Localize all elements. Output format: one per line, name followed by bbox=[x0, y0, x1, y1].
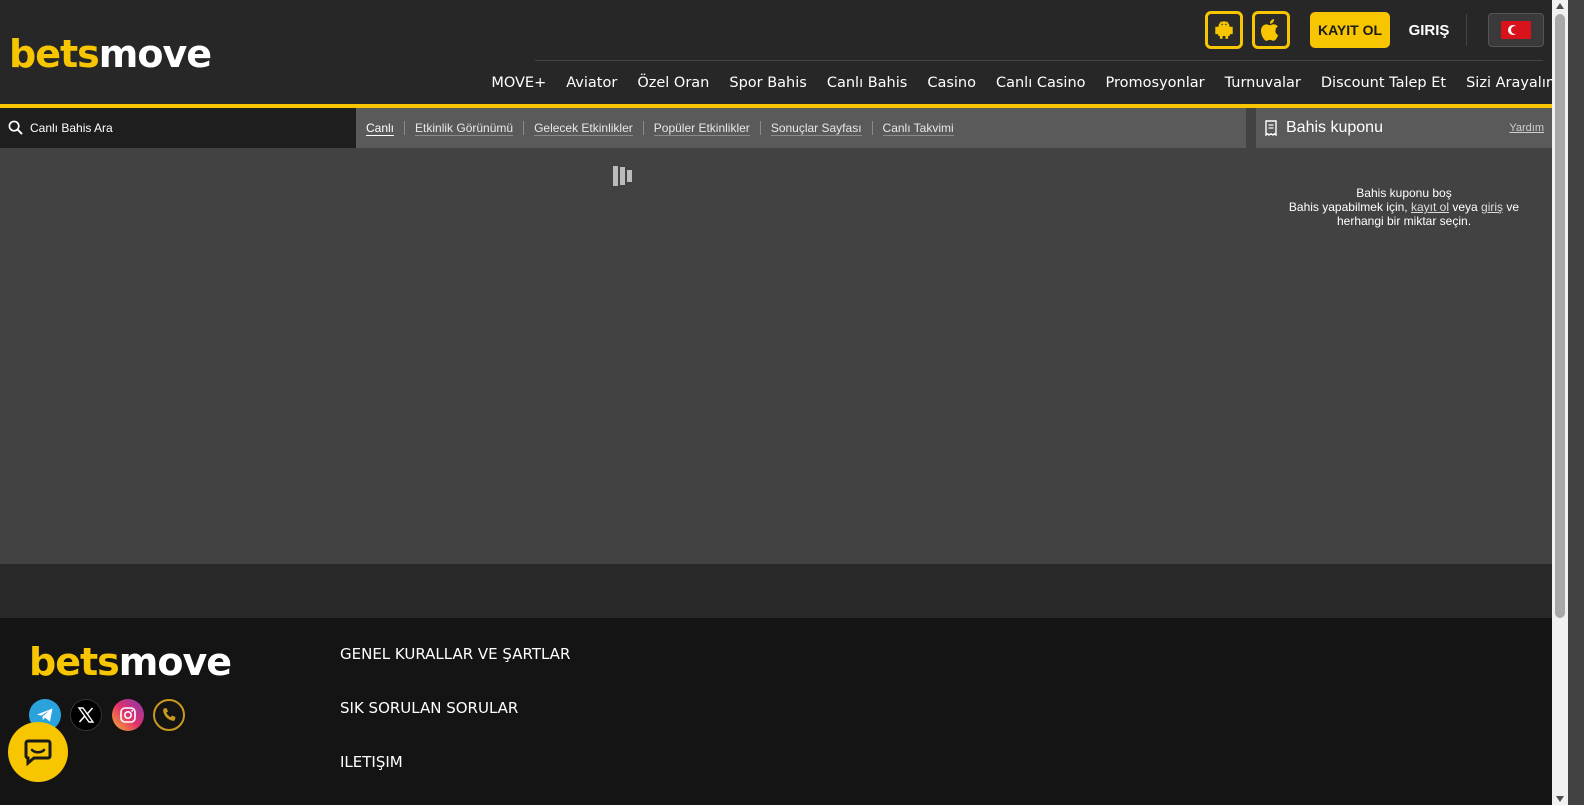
scroll-down-arrow-icon[interactable] bbox=[1556, 796, 1564, 802]
betslip-login-link[interactable]: giriş bbox=[1481, 200, 1503, 214]
betslip-empty-text-2: herhangi bir miktar seçin. bbox=[1336, 214, 1472, 228]
subnav-item-canli-takvimi[interactable]: Canlı Takvimi bbox=[873, 121, 964, 136]
subnav-label: Canlı Takvimi bbox=[882, 121, 954, 136]
search-icon bbox=[8, 120, 23, 135]
subnav-label: Gelecek Etkinlikler bbox=[534, 121, 633, 136]
instagram-link[interactable] bbox=[112, 699, 144, 731]
instagram-icon bbox=[120, 707, 136, 723]
logo-part-bets: bets bbox=[9, 32, 100, 76]
loader-bar bbox=[620, 167, 625, 185]
logo[interactable]: betsmove bbox=[9, 32, 212, 76]
search-bar bbox=[0, 108, 356, 148]
betslip-text: ve bbox=[1506, 200, 1520, 214]
telegram-icon bbox=[37, 708, 53, 722]
subnav-item-canli[interactable]: Canlı bbox=[366, 121, 404, 136]
nav-item-turnuvalar[interactable]: Turnuvalar bbox=[1225, 70, 1301, 96]
nav-item-move-plus[interactable]: MOVE+ bbox=[491, 70, 546, 96]
ticket-icon bbox=[1265, 120, 1277, 136]
footer-link-contact[interactable]: ILETIŞIM bbox=[340, 753, 403, 771]
logo-part-move: move bbox=[98, 32, 212, 76]
nav-item-ozel-oran[interactable]: Özel Oran bbox=[637, 70, 709, 96]
language-selector[interactable] bbox=[1488, 13, 1544, 47]
nav-item-canli-casino[interactable]: Canlı Casino bbox=[996, 70, 1086, 96]
x-icon bbox=[77, 707, 95, 723]
scroll-up-arrow-icon[interactable] bbox=[1556, 3, 1564, 9]
subnav-item-gelecek-etkinlikler[interactable]: Gelecek Etkinlikler bbox=[524, 121, 643, 136]
subnav-label: Canlı bbox=[366, 121, 395, 136]
header-divider bbox=[1466, 14, 1467, 46]
page-scrollbar[interactable] bbox=[1552, 0, 1568, 805]
footer-logo[interactable]: betsmove bbox=[29, 640, 232, 684]
register-button[interactable]: KAYIT OL bbox=[1310, 12, 1390, 48]
scrollbar-thumb[interactable] bbox=[1555, 14, 1565, 618]
phone-icon bbox=[163, 708, 176, 721]
betslip-text: veya bbox=[1452, 200, 1478, 214]
betslip-help-link[interactable]: Yardım bbox=[1509, 122, 1544, 134]
login-button[interactable]: GIRIŞ bbox=[1402, 12, 1456, 48]
nav-item-spor-bahis[interactable]: Spor Bahis bbox=[729, 70, 806, 96]
nav-item-promosyonlar[interactable]: Promosyonlar bbox=[1106, 70, 1205, 96]
subnav-item-populer-etkinlikler[interactable]: Popüler Etkinlikler bbox=[644, 121, 760, 136]
betslip-register-link[interactable]: kayıt ol bbox=[1411, 200, 1449, 214]
nav-divider bbox=[535, 60, 1543, 61]
footer-link-faq[interactable]: SIK SORULAN SORULAR bbox=[340, 699, 518, 717]
nav-item-discount-talep-et[interactable]: Discount Talep Et bbox=[1321, 70, 1446, 96]
turkey-flag-icon bbox=[1501, 21, 1531, 39]
search-input[interactable] bbox=[30, 116, 350, 140]
live-subnav: Canlı Etkinlik Görünümü Gelecek Etkinlik… bbox=[356, 108, 1246, 148]
apple-icon bbox=[1260, 19, 1279, 41]
betslip-header: Bahis kuponu Yardım bbox=[1256, 108, 1552, 148]
loader-bar bbox=[613, 166, 618, 186]
subnav-item-sonuclar-sayfasi[interactable]: Sonuçlar Sayfası bbox=[761, 121, 872, 136]
nav-item-aviator[interactable]: Aviator bbox=[566, 70, 617, 96]
betslip-empty-title: Bahis kuponu boş bbox=[1356, 186, 1452, 200]
loading-spinner-icon bbox=[613, 166, 632, 186]
footer bbox=[0, 618, 1552, 805]
betslip-empty-text: Bahis yapabilmek için, kayıt ol veya gir… bbox=[1256, 200, 1552, 214]
loader-bar bbox=[627, 170, 632, 182]
subnav-label: Sonuçlar Sayfası bbox=[770, 121, 862, 136]
footer-top-strip bbox=[0, 564, 1552, 618]
android-icon bbox=[1215, 21, 1233, 39]
ios-app-button[interactable] bbox=[1252, 11, 1290, 49]
logo-part-bets: bets bbox=[29, 640, 120, 684]
x-link[interactable] bbox=[70, 699, 102, 731]
subnav-label: Etkinlik Görünümü bbox=[415, 121, 514, 136]
android-app-button[interactable] bbox=[1205, 11, 1243, 49]
live-chat-button[interactable] bbox=[8, 722, 68, 782]
betslip-text: Bahis yapabilmek için, bbox=[1288, 200, 1408, 214]
nav-item-canli-bahis[interactable]: Canlı Bahis bbox=[827, 70, 907, 96]
logo-part-move: move bbox=[118, 640, 232, 684]
chat-icon bbox=[24, 739, 52, 767]
nav-item-sizi-arayalim[interactable]: Sizi Arayalım bbox=[1466, 70, 1560, 96]
footer-link-terms[interactable]: GENEL KURALLAR VE ŞARTLAR bbox=[340, 645, 570, 663]
subnav-label: Popüler Etkinlikler bbox=[653, 121, 750, 136]
main-nav: MOVE+ Aviator Özel Oran Spor Bahis Canlı… bbox=[491, 70, 1560, 96]
betslip-empty-message: Bahis kuponu boş Bahis yapabilmek için, … bbox=[1256, 186, 1552, 228]
nav-item-casino[interactable]: Casino bbox=[927, 70, 976, 96]
phone-link[interactable] bbox=[153, 699, 185, 731]
betslip-title: Bahis kuponu bbox=[1286, 119, 1383, 136]
subnav-item-etkinlik-gorunumu[interactable]: Etkinlik Görünümü bbox=[405, 121, 523, 136]
